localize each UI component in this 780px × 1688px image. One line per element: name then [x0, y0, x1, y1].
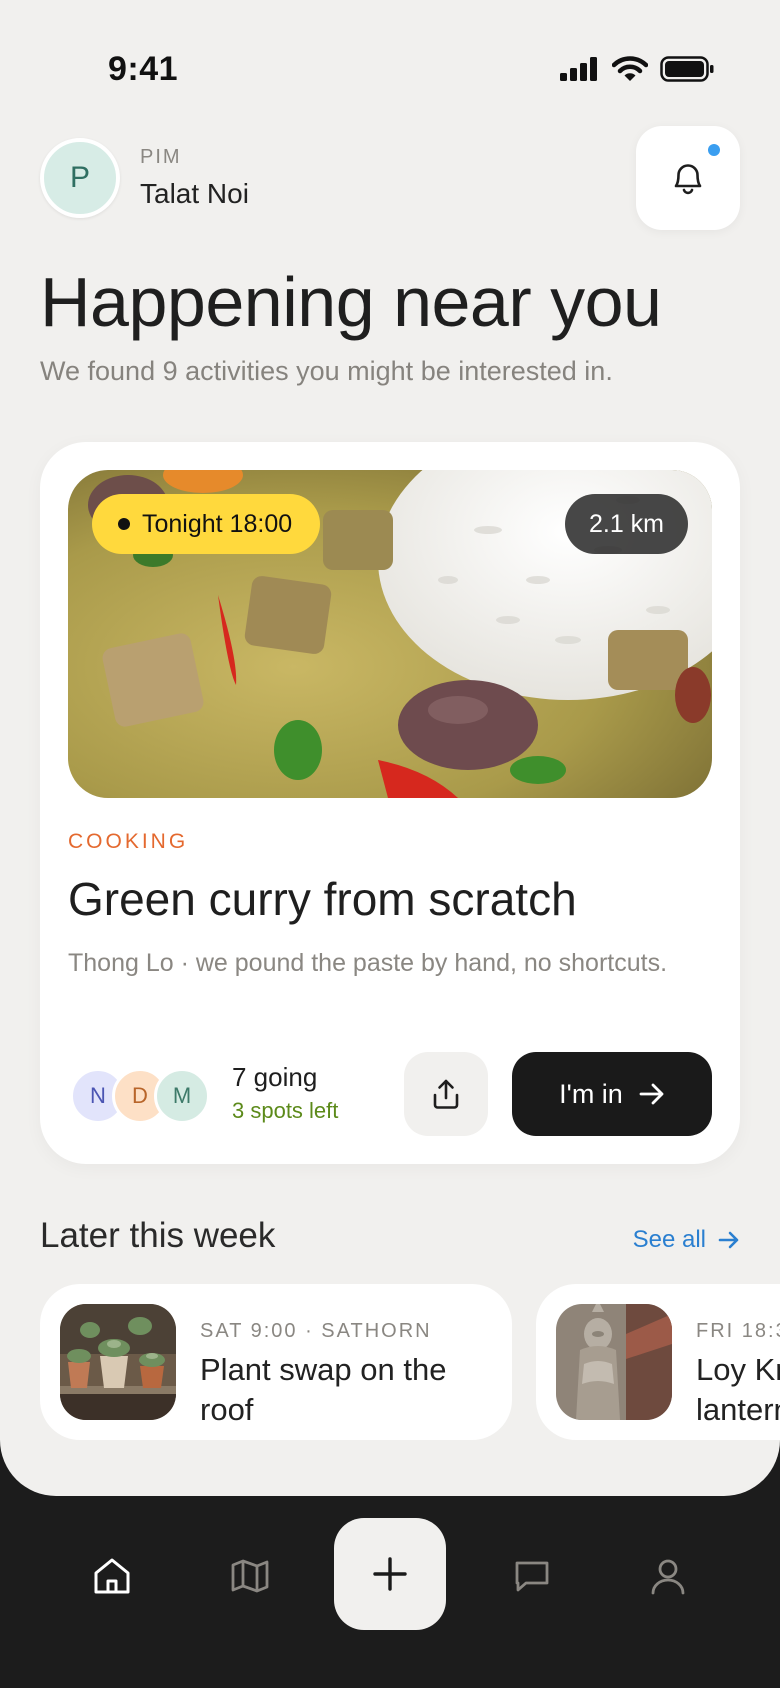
- event-description: Thong Lo · we pound the paste by hand, n…: [68, 949, 668, 977]
- bell-icon: [674, 164, 702, 195]
- attendee-avatars[interactable]: N D M: [70, 1068, 210, 1124]
- status-time: 9:41: [108, 50, 179, 88]
- location-label[interactable]: Talat Noi: [140, 178, 249, 210]
- event-title[interactable]: Green curry from scratch: [68, 872, 577, 926]
- wifi-icon: [612, 56, 648, 81]
- nav-map[interactable]: [222, 1548, 278, 1604]
- create-button[interactable]: [334, 1518, 446, 1630]
- arrow-right-icon: [718, 1231, 739, 1249]
- event-title-small: Plant swap on the roof: [200, 1352, 447, 1427]
- event-thumbnail: [556, 1304, 672, 1420]
- page-title: Happening near you: [40, 263, 662, 341]
- home-screen: 9:41 P PIM Talat Noi Happening near you …: [0, 0, 780, 1496]
- live-dot: [118, 518, 130, 530]
- profile-icon: [651, 1559, 685, 1595]
- join-button[interactable]: I'm in: [512, 1052, 712, 1136]
- status-icons: [560, 56, 714, 82]
- event-category: COOKING: [68, 830, 189, 853]
- bottom-nav: [0, 1496, 780, 1688]
- arrow-right-icon: [639, 1083, 664, 1105]
- see-all-link[interactable]: See all: [633, 1226, 740, 1254]
- event-meta: FRI 18:30: [696, 1320, 780, 1342]
- chat-icon: [515, 1561, 549, 1592]
- nav-messages[interactable]: [504, 1548, 560, 1604]
- avatar[interactable]: P: [40, 138, 120, 218]
- spots-left: 3 spots left: [232, 1098, 339, 1123]
- plus-icon: [373, 1557, 407, 1591]
- signal-icon: [560, 57, 597, 81]
- event-thumbnail: [60, 1304, 176, 1420]
- nav-profile[interactable]: [640, 1548, 696, 1604]
- event-title-small: Loy Krathong lanterns: [696, 1352, 780, 1427]
- time-badge-label: Tonight 18:00: [142, 509, 293, 538]
- event-card-small[interactable]: FRI 18:30 Loy Krathong lanterns: [536, 1284, 780, 1440]
- distance-badge: 2.1 km: [564, 494, 688, 554]
- nav-home[interactable]: [84, 1548, 140, 1604]
- event-image: Tonight 18:00 2.1 km: [68, 470, 712, 798]
- event-card-small[interactable]: SAT 9:00 · SATHORN Plant swap on the roo…: [40, 1284, 512, 1440]
- see-all-label: See all: [632, 1226, 706, 1253]
- notification-dot: [708, 144, 720, 156]
- map-icon: [231, 1559, 269, 1593]
- going-count: 7 going: [232, 1062, 318, 1092]
- event-meta: SAT 9:00 · SATHORN: [200, 1320, 432, 1342]
- section-title: Later this week: [40, 1216, 276, 1255]
- notifications-button[interactable]: [636, 126, 740, 230]
- share-icon: [433, 1079, 459, 1109]
- join-button-label: I'm in: [559, 1078, 623, 1109]
- home-icon: [94, 1558, 130, 1594]
- share-button[interactable]: [404, 1052, 488, 1136]
- user-name-label: PIM: [140, 146, 182, 168]
- page-subtitle: We found 9 activities you might be inter…: [40, 356, 613, 386]
- battery-icon: [660, 56, 714, 82]
- attendee-avatar: M: [154, 1068, 210, 1124]
- featured-event-card[interactable]: Tonight 18:00 2.1 km COOKING Green curry…: [40, 442, 740, 1164]
- time-badge: Tonight 18:00: [92, 494, 321, 554]
